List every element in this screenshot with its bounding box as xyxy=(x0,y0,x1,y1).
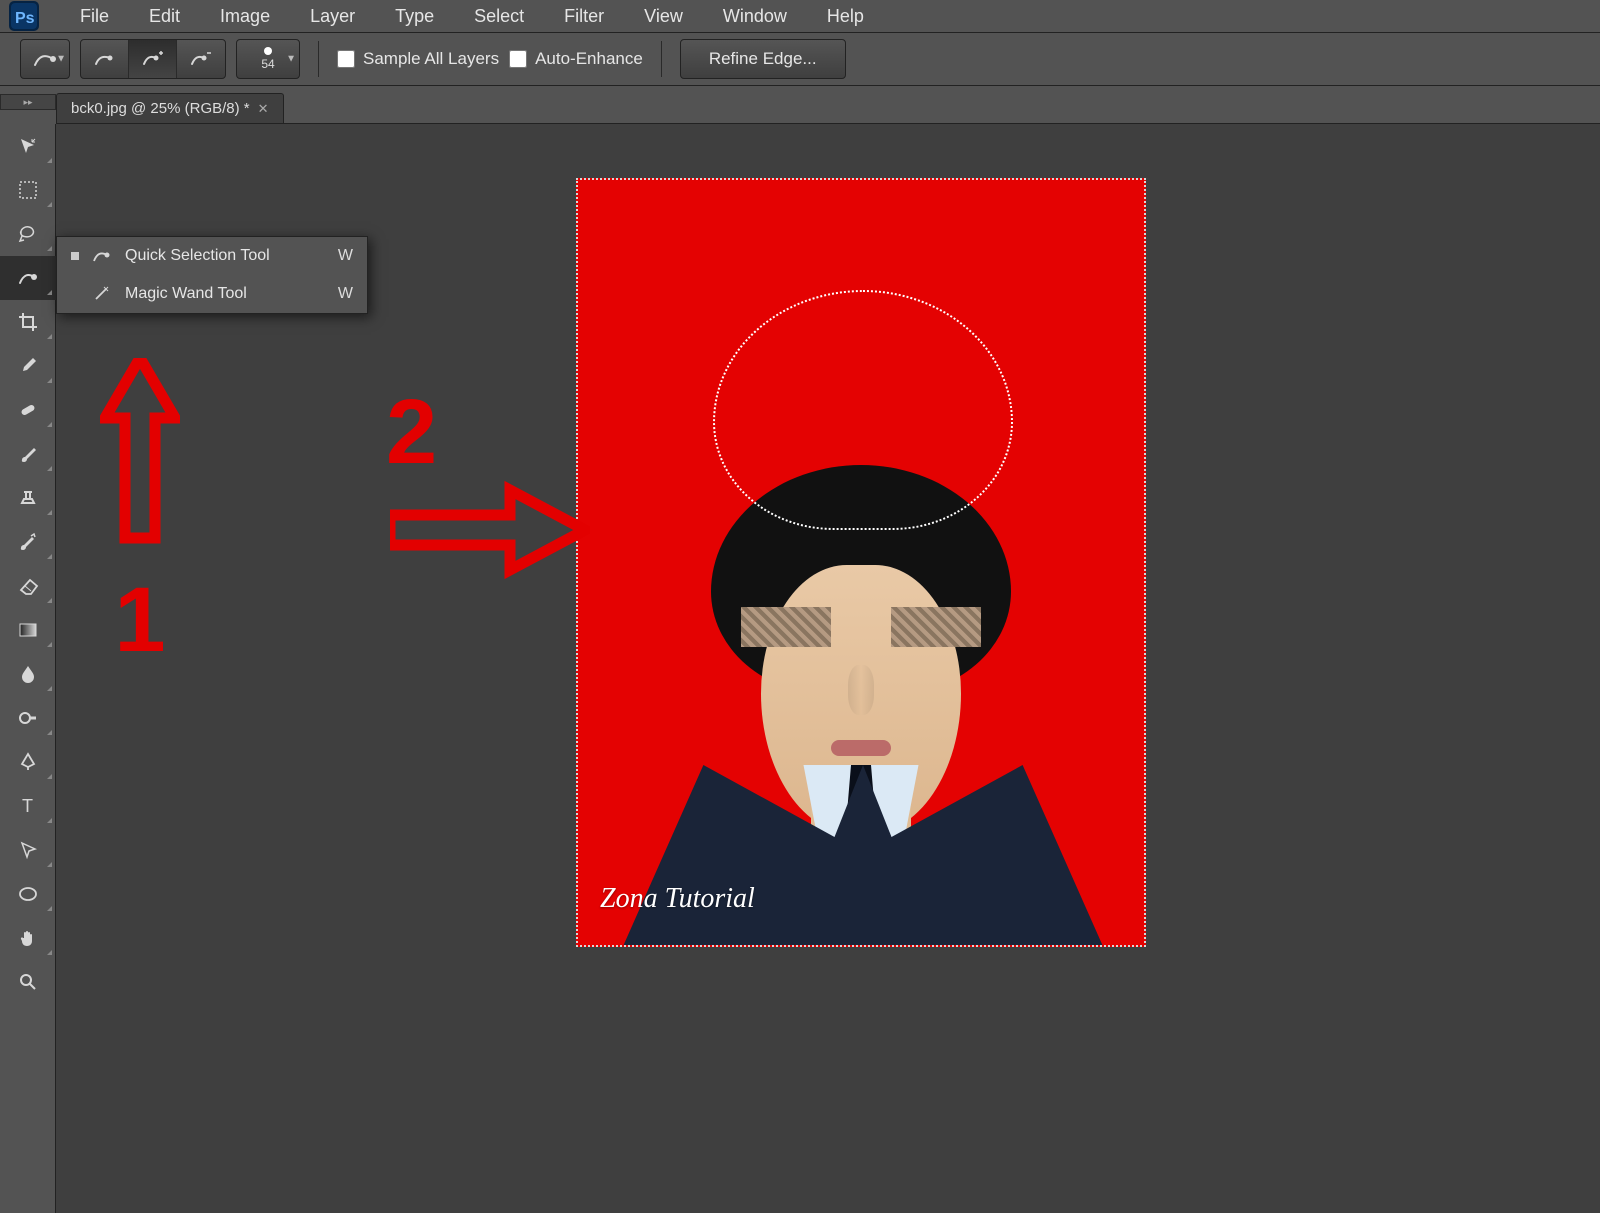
auto-enhance-checkbox[interactable]: Auto-Enhance xyxy=(509,49,643,69)
eyedropper-tool[interactable] xyxy=(0,344,56,388)
flyout-item-label: Quick Selection Tool xyxy=(125,247,321,265)
options-bar: ▼ 54 ▼ Sample All Layers Auto-Enhance Re… xyxy=(0,32,1600,86)
blur-tool[interactable] xyxy=(0,652,56,696)
healing-brush-tool[interactable] xyxy=(0,388,56,432)
subtract-from-selection-icon[interactable] xyxy=(177,40,225,78)
quick-selection-tool[interactable] xyxy=(0,256,56,300)
menubar: Ps File Edit Image Layer Type Select Fil… xyxy=(0,0,1600,32)
menu-window[interactable]: Window xyxy=(703,6,807,27)
flyout-item-key: W xyxy=(333,247,353,265)
tool-flyout: Quick Selection Tool W Magic Wand Tool W xyxy=(56,236,368,314)
shape-tool[interactable] xyxy=(0,872,56,916)
quick-select-icon[interactable]: ▼ xyxy=(21,40,69,78)
menu-filter[interactable]: Filter xyxy=(544,6,624,27)
document-tab-title: bck0.jpg @ 25% (RGB/8) * xyxy=(71,100,250,117)
move-tool[interactable] xyxy=(0,124,56,168)
clone-stamp-tool[interactable] xyxy=(0,476,56,520)
sample-all-layers-label: Sample All Layers xyxy=(363,49,499,69)
pen-tool[interactable] xyxy=(0,740,56,784)
zoom-tool[interactable] xyxy=(0,960,56,1004)
menu-select[interactable]: Select xyxy=(454,6,544,27)
toolbox: T xyxy=(0,124,56,1213)
flyout-active-indicator xyxy=(71,252,79,260)
document-tabbar: bck0.jpg @ 25% (RGB/8) * ✕ xyxy=(56,88,1600,124)
brush-size-picker[interactable]: 54 ▼ xyxy=(236,39,300,79)
history-brush-tool[interactable] xyxy=(0,520,56,564)
annotation-number-2: 2 xyxy=(386,380,437,485)
new-selection-icon[interactable] xyxy=(81,40,129,78)
auto-enhance-label: Auto-Enhance xyxy=(535,49,643,69)
flyout-item-key: W xyxy=(333,285,353,303)
menu-image[interactable]: Image xyxy=(200,6,290,27)
flyout-item-label: Magic Wand Tool xyxy=(125,285,321,303)
flyout-magic-wand[interactable]: Magic Wand Tool W xyxy=(57,275,367,313)
menu-layer[interactable]: Layer xyxy=(290,6,375,27)
marquee-tool[interactable] xyxy=(0,168,56,212)
selection-outline xyxy=(713,290,1013,530)
flyout-quick-selection[interactable]: Quick Selection Tool W xyxy=(57,237,367,275)
dodge-tool[interactable] xyxy=(0,696,56,740)
crop-tool[interactable] xyxy=(0,300,56,344)
hand-tool[interactable] xyxy=(0,916,56,960)
document-tab[interactable]: bck0.jpg @ 25% (RGB/8) * ✕ xyxy=(56,93,284,123)
brush-tool[interactable] xyxy=(0,432,56,476)
close-tab-icon[interactable]: ✕ xyxy=(258,101,269,117)
quick-select-small-icon xyxy=(91,248,113,264)
menu-view[interactable]: View xyxy=(624,6,703,27)
lasso-tool[interactable] xyxy=(0,212,56,256)
refine-edge-button[interactable]: Refine Edge... xyxy=(680,39,846,79)
ps-logo-icon: Ps xyxy=(8,0,40,32)
annotation-arrow-2: 2 xyxy=(390,405,590,585)
brush-size-number: 54 xyxy=(261,57,274,71)
menu-file[interactable]: File xyxy=(60,6,129,27)
sample-all-layers-checkbox[interactable]: Sample All Layers xyxy=(337,49,499,69)
add-to-selection-icon[interactable] xyxy=(129,40,177,78)
eraser-tool[interactable] xyxy=(0,564,56,608)
menu-help[interactable]: Help xyxy=(807,6,884,27)
current-tool-preset[interactable]: ▼ xyxy=(20,39,70,79)
annotation-arrow-1: 1 xyxy=(100,358,180,673)
svg-text:Ps: Ps xyxy=(15,10,35,27)
brush-size-value[interactable]: 54 ▼ xyxy=(237,40,299,78)
magic-wand-icon xyxy=(91,286,113,302)
type-tool[interactable]: T xyxy=(0,784,56,828)
menu-edit[interactable]: Edit xyxy=(129,6,200,27)
flyout-active-indicator xyxy=(71,290,79,298)
annotation-number-1: 1 xyxy=(114,568,165,673)
svg-text:T: T xyxy=(22,796,33,816)
path-selection-tool[interactable] xyxy=(0,828,56,872)
document-canvas[interactable]: Zona Tutorial xyxy=(576,178,1146,947)
watermark-text: Zona Tutorial xyxy=(600,883,755,915)
panel-collapse-icon[interactable]: ▸▸ xyxy=(0,94,56,110)
selection-mode-group[interactable] xyxy=(80,39,226,79)
menu-type[interactable]: Type xyxy=(375,6,454,27)
gradient-tool[interactable] xyxy=(0,608,56,652)
